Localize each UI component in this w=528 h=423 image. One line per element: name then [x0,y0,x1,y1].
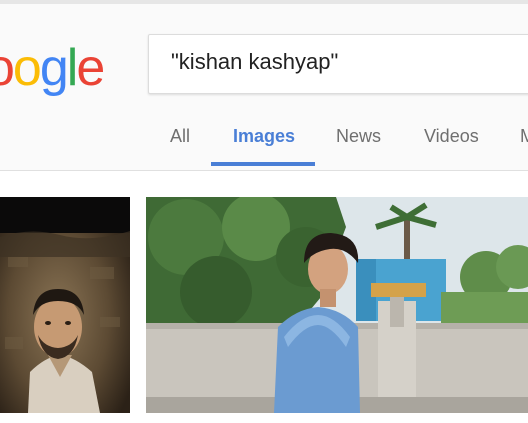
tab-videos[interactable]: Videos [424,126,479,147]
logo-letter: o [12,39,42,97]
logo-letter: e [76,39,105,97]
selfie-photo [0,197,130,413]
logo-letter: o [0,38,15,98]
outdoor-photo [146,197,528,413]
image-results [0,171,528,423]
image-result-thumbnail[interactable] [146,197,528,413]
search-input[interactable]: "kishan kashyap" [171,49,338,75]
search-box[interactable]: "kishan kashyap" [148,34,528,94]
tab-news[interactable]: News [336,126,381,147]
active-tab-indicator [211,162,315,166]
tab-images[interactable]: Images [233,126,295,147]
tab-more[interactable]: M [520,126,528,147]
search-header: oogle "kishan kashyap" All Images News V… [0,4,528,171]
google-logo[interactable]: oogle [0,38,105,98]
tab-all[interactable]: All [170,126,190,147]
logo-letter: l [66,39,78,97]
image-result-thumbnail[interactable] [0,197,130,413]
logo-letter: g [39,39,69,97]
